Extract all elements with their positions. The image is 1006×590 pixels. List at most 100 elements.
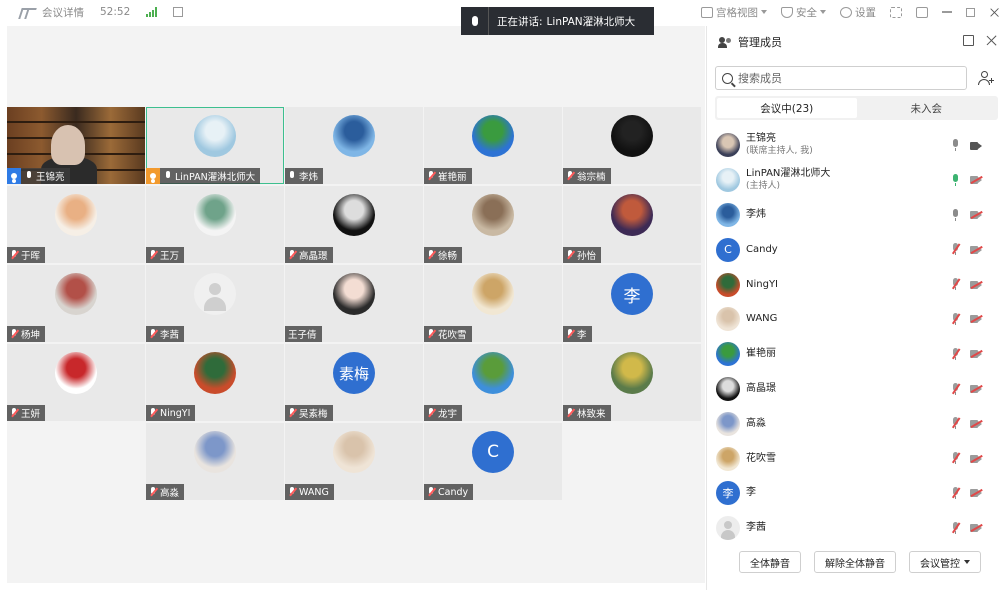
member-name: 李 — [746, 487, 756, 499]
avatar-letter: 李 — [716, 481, 740, 506]
member-row[interactable]: LinPAN濯淋北师大 (主持人) — [707, 163, 1006, 198]
member-row[interactable]: 李炜 — [707, 198, 1006, 233]
camera-off-icon[interactable] — [970, 384, 983, 394]
member-name: 花吹雪 — [746, 452, 776, 464]
member-row[interactable]: NingYI — [707, 267, 1006, 302]
member-row[interactable]: 王锦亮 (联席主持人, 我) — [707, 128, 1006, 163]
camera-off-icon[interactable] — [970, 176, 983, 185]
mic-muted-icon[interactable] — [951, 452, 961, 465]
member-search[interactable] — [715, 66, 967, 90]
participant-tile[interactable]: WANG — [285, 423, 423, 500]
share-out-icon[interactable] — [173, 7, 184, 17]
participant-tile[interactable]: 崔艳丽 — [424, 107, 562, 184]
member-row[interactable]: WANG — [707, 302, 1006, 337]
participant-name: LinPAN濯淋北师大 — [175, 172, 256, 183]
member-row[interactable]: 李李 — [707, 476, 1006, 511]
microphone-icon[interactable] — [951, 173, 960, 186]
search-input[interactable] — [738, 71, 938, 85]
participant-tile[interactable]: 花吹雪 — [424, 265, 562, 342]
participant-tile[interactable]: 李李 — [563, 265, 701, 342]
participant-tile[interactable]: 林致来 — [563, 344, 701, 421]
participant-tile[interactable]: 孙怡 — [563, 186, 701, 263]
camera-off-slash — [970, 524, 983, 532]
mic-muted-icon[interactable] — [951, 347, 961, 360]
gallery-view-button[interactable]: 宫格视图 — [701, 5, 767, 20]
network-signal-icon[interactable] — [146, 7, 158, 17]
meeting-details-link[interactable]: 会议详情 — [42, 5, 84, 20]
camera-off-icon[interactable] — [970, 245, 983, 254]
participant-tile[interactable]: 王万 — [146, 186, 284, 263]
participant-tile[interactable]: 李炜 — [285, 107, 423, 184]
fullscreen-icon[interactable] — [890, 6, 902, 18]
sidebar-toggle-icon[interactable] — [916, 6, 928, 18]
camera-off-icon[interactable] — [970, 350, 983, 359]
microphone-icon[interactable] — [951, 208, 960, 221]
participant-name-bar: 徐畅 — [424, 247, 463, 263]
participant-grid: 王锦亮 LinPAN濯淋北师大 李炜 崔艳丽 翁宗楠于晖 王万 高晶璟 徐畅 孙怡杨坤 李茜 王子倩… — [7, 107, 705, 500]
camera-off-icon[interactable] — [970, 489, 983, 498]
close-window-icon[interactable] — [990, 7, 999, 16]
participant-name: 李 — [577, 330, 587, 341]
participant-name: 于晖 — [21, 251, 41, 262]
panel-footer: 全体静音 解除全体静音 会议管控 — [739, 551, 981, 573]
participant-tile[interactable]: C Candy — [424, 423, 562, 500]
member-row[interactable]: C Candy — [707, 232, 1006, 267]
meeting-controls-button[interactable]: 会议管控 — [909, 551, 981, 573]
camera-off-icon[interactable] — [970, 454, 983, 463]
participant-tile[interactable]: 高晶璟 — [285, 186, 423, 263]
member-row[interactable]: 高晶璟 — [707, 372, 1006, 407]
participant-tile[interactable]: 王子倩 — [285, 265, 423, 342]
avatar-image — [716, 202, 740, 227]
participant-name: 徐畅 — [438, 251, 458, 262]
tab-not-joined[interactable]: 未入会 — [857, 98, 997, 118]
participant-tile[interactable]: 王妍 — [7, 344, 145, 421]
security-button[interactable]: 安全 — [781, 5, 826, 20]
close-icon[interactable] — [986, 35, 997, 46]
camera-off-icon[interactable] — [970, 280, 983, 289]
mic-muted-icon — [288, 408, 296, 418]
participant-tile[interactable]: 素梅 吴素梅 — [285, 344, 423, 421]
participant-tile[interactable]: 杨坤 — [7, 265, 145, 342]
participant-tile[interactable]: LinPAN濯淋北师大 — [146, 107, 284, 184]
participant-tile[interactable]: 于晖 — [7, 186, 145, 263]
maximize-icon[interactable] — [966, 7, 975, 17]
participant-tile[interactable]: 李茜 — [146, 265, 284, 342]
settings-button[interactable]: 设置 — [840, 5, 876, 20]
mic-muted-icon[interactable] — [951, 521, 961, 534]
member-row[interactable]: 李茜 — [707, 511, 1006, 546]
invite-member-button[interactable] — [974, 66, 998, 90]
member-text: 高晶璟 — [746, 383, 776, 395]
camera-off-icon[interactable] — [970, 210, 983, 220]
member-row[interactable]: 花吹雪 — [707, 441, 1006, 476]
camera-icon[interactable] — [970, 141, 982, 150]
microphone-icon[interactable] — [951, 139, 960, 151]
mic-muted-icon[interactable] — [951, 243, 961, 256]
mic-muted-icon[interactable] — [951, 382, 961, 395]
participant-name: 杨坤 — [21, 330, 41, 341]
member-name: LinPAN濯淋北师大 — [746, 168, 831, 180]
participant-tile[interactable]: 王锦亮 — [7, 107, 145, 184]
mic-muted-icon[interactable] — [951, 486, 961, 499]
camera-off-icon[interactable] — [970, 419, 983, 428]
participant-tile[interactable]: 徐畅 — [424, 186, 562, 263]
mic-muted-icon[interactable] — [951, 312, 961, 325]
minimize-icon[interactable] — [942, 11, 952, 13]
participant-name-bar: 崔艳丽 — [424, 168, 472, 184]
mute-all-button[interactable]: 全体静音 — [739, 551, 801, 573]
member-text: 李茜 — [746, 522, 766, 534]
unmute-all-button[interactable]: 解除全体静音 — [814, 551, 896, 573]
participant-tile[interactable]: 高淼 — [146, 423, 284, 500]
participant-tile[interactable]: 龙宇 — [424, 344, 562, 421]
member-row[interactable]: 崔艳丽 — [707, 337, 1006, 372]
camera-off-icon[interactable] — [970, 315, 983, 324]
participant-tile[interactable]: 翁宗楠 — [563, 107, 701, 184]
member-row[interactable]: 高淼 — [707, 406, 1006, 441]
camera-off-icon[interactable] — [970, 524, 983, 533]
avatar-letter: C — [716, 237, 740, 262]
mic-muted-icon[interactable] — [951, 278, 961, 291]
tab-in-meeting[interactable]: 会议中(23) — [717, 98, 857, 118]
popout-icon[interactable] — [963, 35, 974, 46]
mic-muted-icon[interactable] — [951, 417, 961, 430]
chevron-down-icon — [820, 10, 826, 14]
participant-tile[interactable]: NingYI — [146, 344, 284, 421]
